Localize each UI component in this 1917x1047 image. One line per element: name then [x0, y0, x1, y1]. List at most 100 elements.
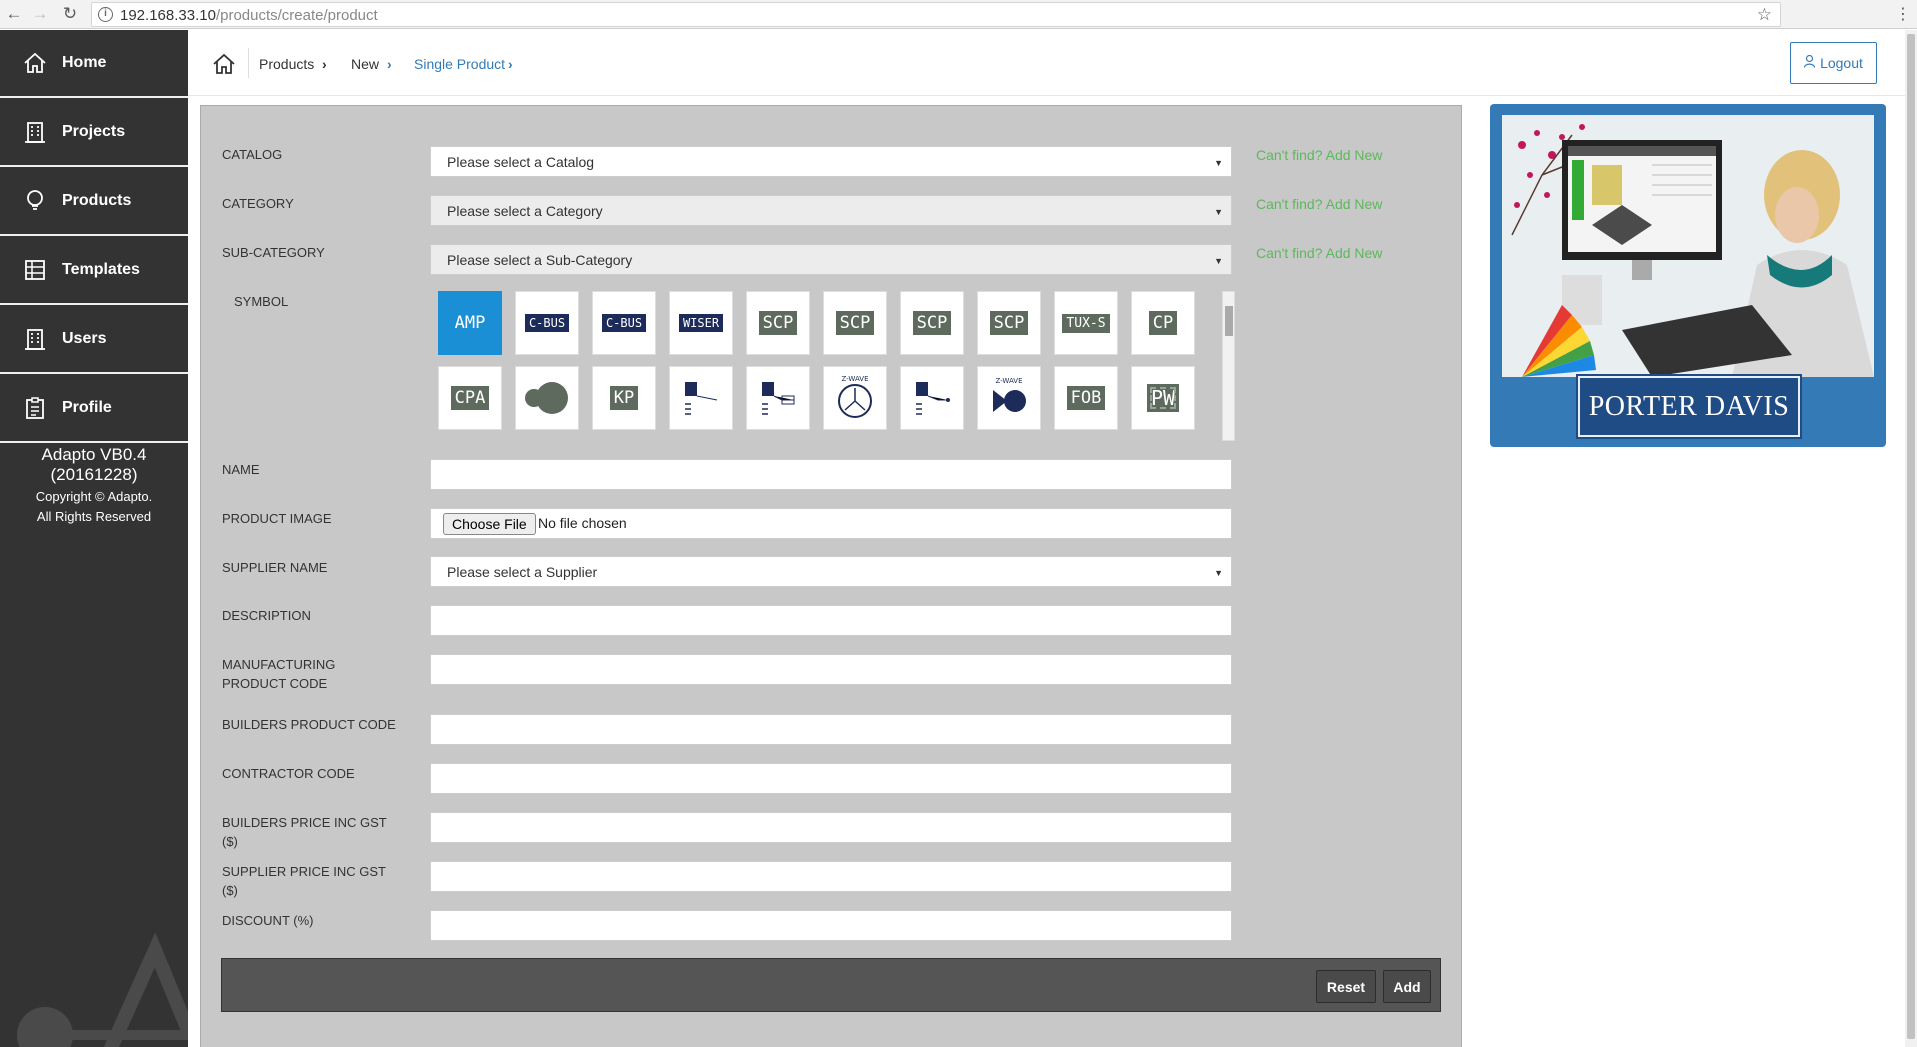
product-image-file-input[interactable]: Choose File No file chosen — [430, 508, 1232, 539]
symbol-option[interactable]: CPA — [438, 366, 502, 430]
brand-name: PORTER DAVIS — [1588, 390, 1790, 422]
symbol-option[interactable]: C-BUS — [592, 291, 656, 355]
reload-icon[interactable]: ↻ — [60, 4, 80, 24]
symbol-option[interactable]: PW — [1131, 366, 1195, 430]
symbol-tag: SCP — [912, 311, 952, 335]
copyright: Copyright © Adapto. All Rights Reserved — [0, 487, 188, 527]
symbol-option[interactable]: CP — [1131, 291, 1195, 355]
symbol-option[interactable]: Z-WAVE — [977, 366, 1041, 430]
symbol-scrollbar[interactable] — [1222, 291, 1235, 441]
sidebar-item-projects[interactable]: Projects — [0, 99, 188, 167]
building-icon — [22, 119, 48, 145]
builders-code-label: BUILDERS PRODUCT CODE — [222, 717, 396, 732]
sidebar-item-products[interactable]: Products — [0, 168, 188, 236]
chevron-right-icon: › — [322, 56, 327, 72]
symbol-option[interactable]: KP — [592, 366, 656, 430]
forward-icon[interactable]: → — [30, 4, 50, 24]
symbol-option[interactable]: Z-WAVE — [823, 366, 887, 430]
symbol-tag: CPA — [450, 386, 490, 410]
logout-button[interactable]: Logout — [1790, 42, 1877, 84]
blind-switch-icon — [916, 382, 950, 415]
browser-menu-icon[interactable]: ⋮ — [1895, 4, 1911, 24]
svg-text:Z-WAVE: Z-WAVE — [841, 375, 868, 383]
mfg-code-label: MANUFACTURING PRODUCT CODE — [222, 657, 336, 691]
promo-banner: PORTER DAVIS — [1490, 104, 1886, 447]
mfg-code-input[interactable] — [430, 654, 1232, 685]
symbol-tag: SCP — [758, 311, 798, 335]
symbol-option[interactable]: AMP — [438, 291, 502, 355]
supplier-price-input[interactable] — [430, 861, 1232, 892]
scrollbar-thumb[interactable] — [1225, 306, 1233, 336]
symbol-tag: SCP — [989, 311, 1029, 335]
zwave-bowtie-icon: Z-WAVE — [993, 377, 1026, 412]
description-input[interactable] — [430, 605, 1232, 636]
scrollbar-thumb[interactable] — [1907, 34, 1915, 1039]
breadcrumb-item[interactable]: New — [351, 56, 379, 72]
blob-symbol-icon — [525, 382, 568, 414]
builders-price-label: BUILDERS PRICE INC GST ($) — [222, 815, 387, 849]
page-scrollbar[interactable] — [1905, 30, 1917, 1047]
symbol-option[interactable]: SCP — [977, 291, 1041, 355]
subcategory-value: Please select a Sub-Category — [447, 251, 633, 268]
sidebar-item-label: Home — [62, 54, 107, 71]
bookmark-star-icon[interactable]: ☆ — [1757, 5, 1772, 25]
add-new-subcategory-link[interactable]: Can't find? Add New — [1256, 245, 1382, 261]
back-icon[interactable]: ← — [4, 4, 24, 24]
symbol-option[interactable]: WISER — [669, 291, 733, 355]
sidebar-item-label: Users — [62, 330, 107, 347]
copyright-line: All Rights Reserved — [36, 509, 152, 524]
promo-photo — [1502, 115, 1874, 377]
breadcrumb-item[interactable]: Products — [259, 56, 314, 72]
caret-down-icon: ▼ — [1214, 207, 1223, 217]
choose-file-button[interactable]: Choose File — [443, 513, 536, 535]
reset-button[interactable]: Reset — [1316, 970, 1376, 1003]
copyright-line: Copyright © Adapto. — [35, 489, 153, 504]
svg-text:Z-WAVE: Z-WAVE — [995, 377, 1022, 385]
info-icon[interactable]: i — [98, 7, 113, 22]
supplier-price-label: SUPPLIER PRICE INC GST ($) — [222, 864, 386, 898]
breadcrumb-item[interactable]: Single Product — [414, 56, 505, 72]
clipboard-icon — [22, 395, 48, 421]
symbol-option[interactable]: TUX-S — [1054, 291, 1118, 355]
symbol-option[interactable]: C-BUS — [515, 291, 579, 355]
symbol-option[interactable] — [669, 366, 733, 430]
caret-down-icon: ▼ — [1214, 158, 1223, 168]
subcategory-select[interactable]: Please select a Sub-Category ▼ — [430, 244, 1232, 275]
address-bar[interactable]: i 192.168.33.10/products/create/product … — [91, 2, 1781, 27]
sidebar-item-users[interactable]: Users — [0, 306, 188, 374]
catalog-select[interactable]: Please select a Catalog ▼ — [430, 146, 1232, 177]
subcategory-label: SUB-CATEGORY — [222, 245, 325, 260]
contractor-code-input[interactable] — [430, 763, 1232, 794]
symbol-option[interactable] — [515, 366, 579, 430]
supplier-value: Please select a Supplier — [447, 563, 598, 580]
category-select[interactable]: Please select a Category ▼ — [430, 195, 1232, 226]
symbol-tag: TUX-S — [1062, 313, 1110, 333]
add-new-catalog-link[interactable]: Can't find? Add New — [1256, 147, 1382, 163]
symbol-option[interactable]: SCP — [746, 291, 810, 355]
zwave-sensor-icon: Z-WAVE — [838, 375, 872, 418]
symbol-option[interactable] — [900, 366, 964, 430]
add-new-category-link[interactable]: Can't find? Add New — [1256, 196, 1382, 212]
symbol-picker: AMP C-BUS C-BUS WISER SCP SCP SCP SCP TU… — [430, 291, 1237, 441]
symbol-option[interactable]: SCP — [823, 291, 887, 355]
home-icon[interactable] — [212, 52, 236, 76]
top-header: Products › New › Single Product › Logout — [188, 30, 1905, 96]
symbol-tag: C-BUS — [524, 314, 570, 332]
builders-price-input[interactable] — [430, 812, 1232, 843]
symbol-option[interactable] — [746, 366, 810, 430]
sidebar-item-home[interactable]: Home — [0, 30, 188, 98]
supplier-select[interactable]: Please select a Supplier ▼ — [430, 556, 1232, 587]
catalog-label: CATALOG — [222, 147, 283, 162]
builders-code-input[interactable] — [430, 714, 1232, 745]
name-input[interactable] — [430, 459, 1232, 490]
add-button[interactable]: Add — [1383, 970, 1431, 1003]
logout-label: Logout — [1820, 55, 1863, 71]
symbol-option[interactable]: FOB — [1054, 366, 1118, 430]
discount-input[interactable] — [430, 910, 1232, 941]
sidebar-item-profile[interactable]: Profile — [0, 375, 188, 443]
symbol-option[interactable]: SCP — [900, 291, 964, 355]
url-text: 192.168.33.10/products/create/product — [120, 7, 378, 24]
description-label: DESCRIPTION — [222, 608, 311, 623]
symbol-tag: FOB — [1066, 386, 1106, 410]
sidebar-item-templates[interactable]: Templates — [0, 237, 188, 305]
